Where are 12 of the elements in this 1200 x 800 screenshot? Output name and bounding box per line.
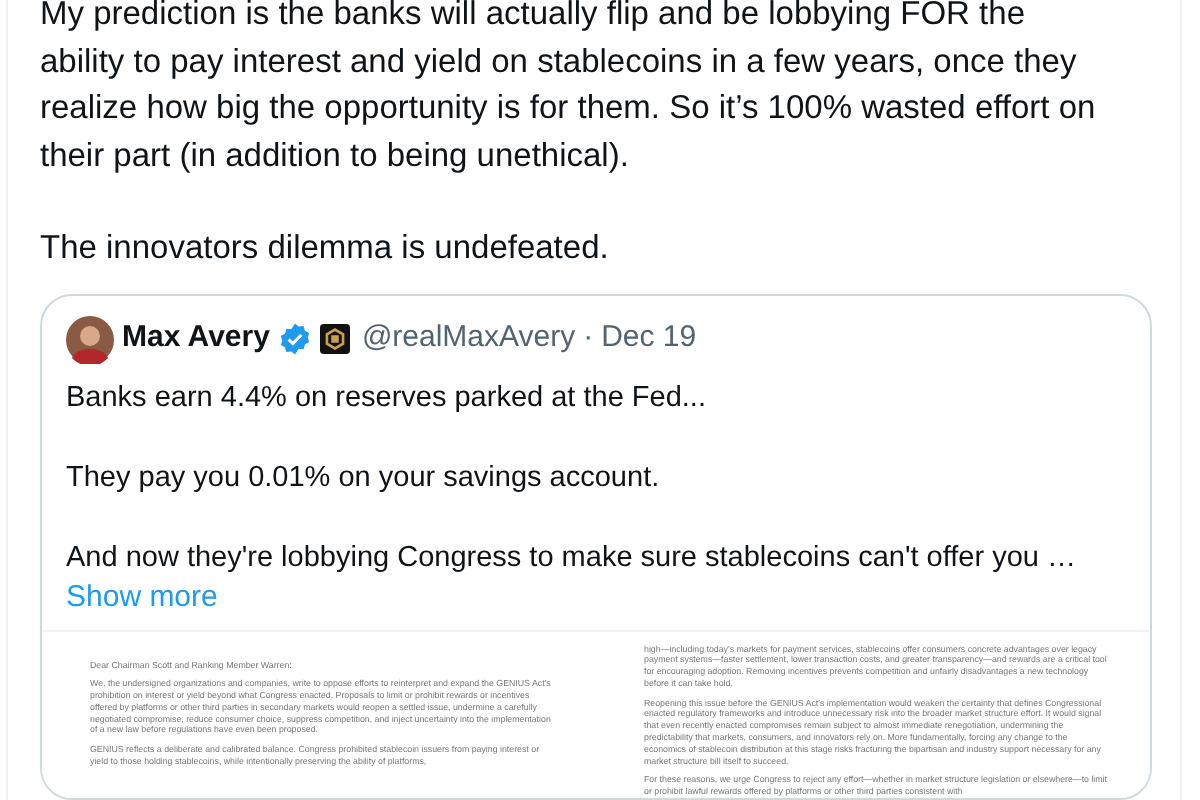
author-handle[interactable]: @realMaxAvery bbox=[361, 316, 576, 362]
author-name[interactable]: Max Avery bbox=[122, 316, 270, 362]
organization-badge-icon bbox=[319, 324, 350, 354]
quoted-post-text: Banks earn 4.4% on reserves parked at the Fed... bbox=[66, 379, 708, 417]
avatar-icon[interactable] bbox=[66, 315, 114, 363]
post-text: My prediction is the banks will actually flip and be lobbying FOR the ability to pay interest and yield on stablecoins in a few years, once they realize how big the opportunity is for them. So it’s 100% wasted effort on their part (in addition to being unethical). bbox=[40, 0, 1098, 177]
post-date[interactable]: Dec 19 bbox=[601, 316, 697, 362]
quoted-post-card[interactable] bbox=[40, 293, 1152, 800]
post-text: The innovators dilemma is undefeated. bbox=[40, 228, 611, 270]
quoted-post-text: They pay you 0.01% on your savings account. bbox=[66, 459, 662, 497]
quoted-post-text: And now they're lobbying Congress to make sure stablecoins can't offer you … bbox=[66, 539, 1078, 577]
separator-dot: · bbox=[583, 318, 594, 359]
